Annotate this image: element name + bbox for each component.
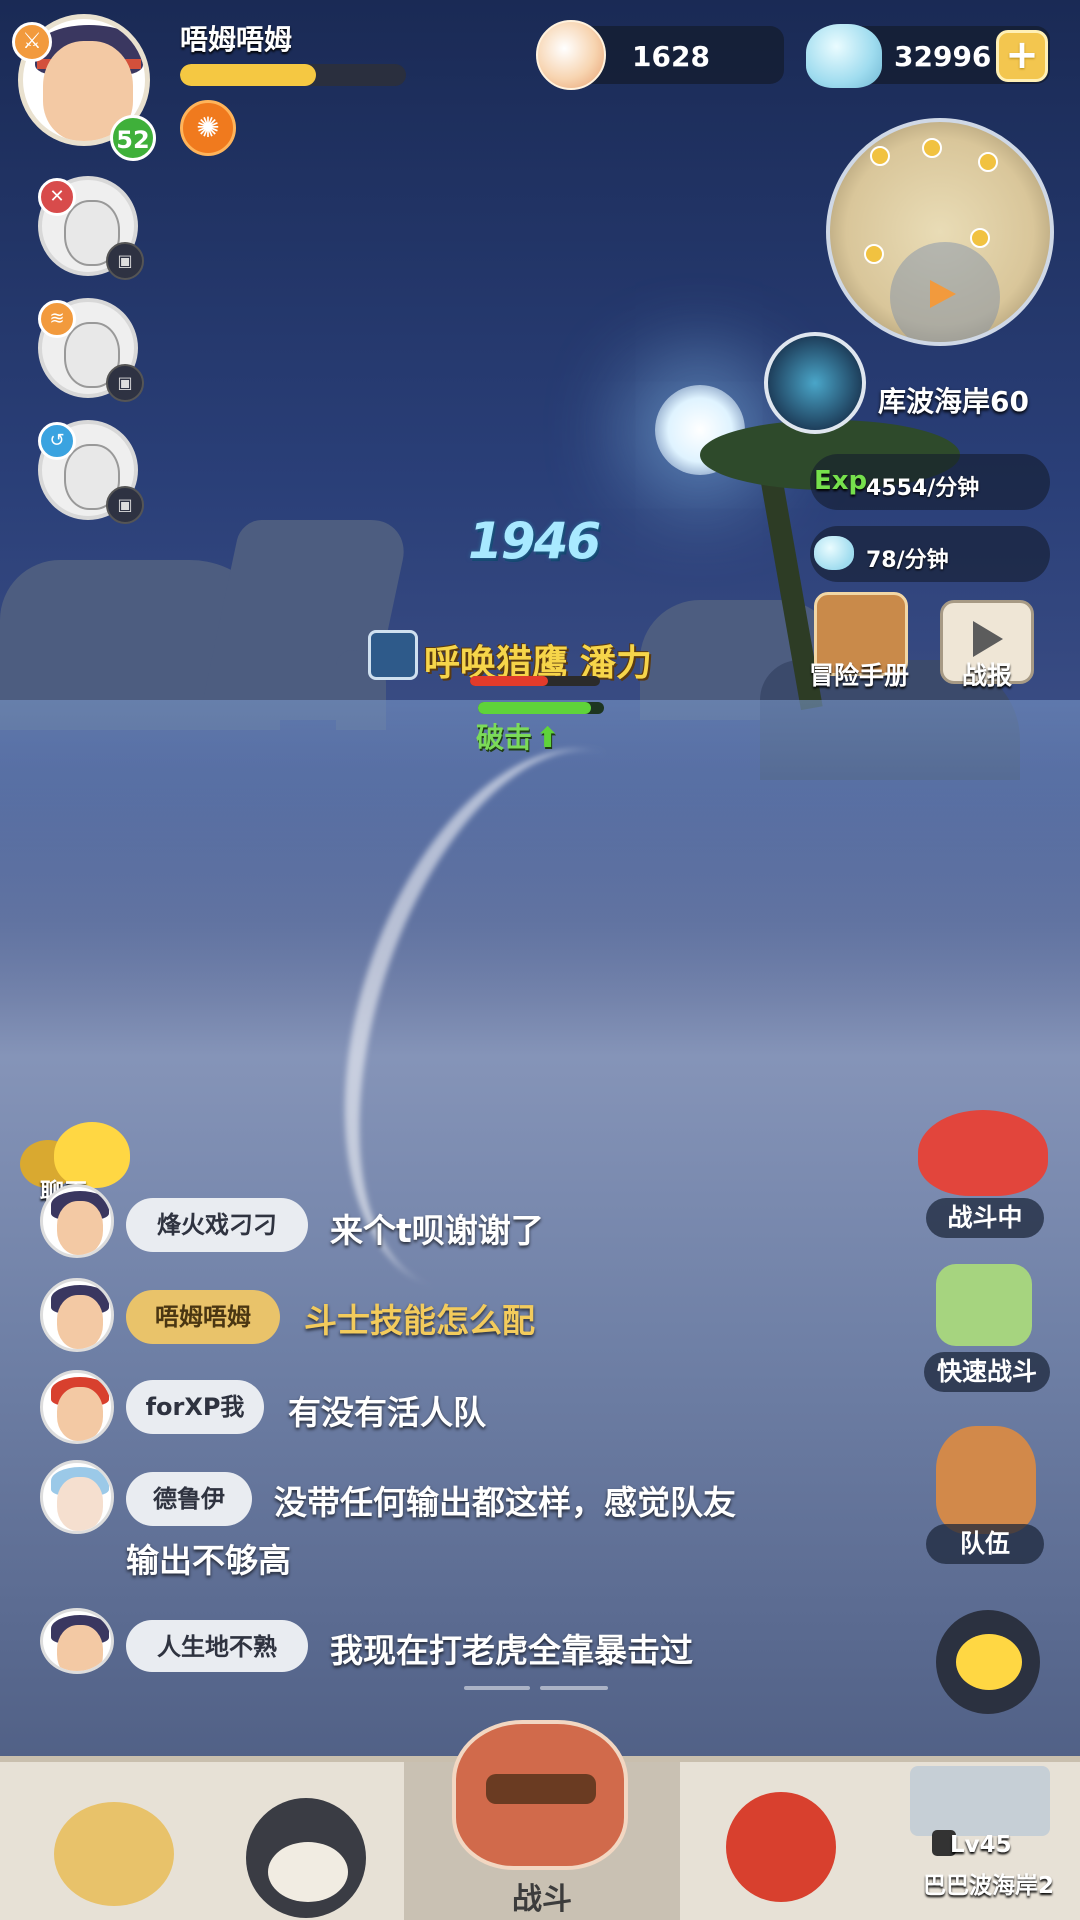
chat-message-text-continued: 输出不够高	[126, 1541, 291, 1580]
quick-battle-label[interactable]: 快速战斗	[924, 1352, 1050, 1392]
chat-sender-name[interactable]: forXP我	[126, 1380, 264, 1434]
skill-icon	[368, 630, 418, 680]
in-battle-label[interactable]: 战斗中	[926, 1198, 1044, 1238]
player-name: 唔姆唔姆	[180, 23, 293, 56]
chat-sender-name[interactable]: 人生地不熟	[126, 1620, 308, 1672]
fire-class-icon: ≋	[38, 300, 76, 338]
locked-level: Lv45	[950, 1832, 1012, 1858]
shell-count: 32996	[894, 40, 992, 73]
nav-tab-pet[interactable]	[710, 1762, 910, 1920]
chat-sender-name[interactable]: 唔姆唔姆	[126, 1290, 280, 1344]
water-class-icon: ↺	[38, 422, 76, 460]
locked-area-name: 巴巴波海岸2	[922, 1873, 1054, 1899]
ai-tag-icon: ▣	[106, 242, 144, 280]
team-member-2[interactable]: ≋ ▣	[38, 298, 144, 402]
team-label[interactable]: 队伍	[926, 1524, 1044, 1564]
nav-tab-character-2[interactable]	[214, 1762, 414, 1920]
ai-tag-icon: ▣	[106, 486, 144, 524]
xp-bar-fill	[180, 64, 316, 86]
dino-pet-icon	[726, 1792, 836, 1902]
chat-avatar[interactable]	[40, 1460, 114, 1534]
page-indicator-2	[540, 1686, 608, 1690]
battle-totem-icon[interactable]	[452, 1720, 628, 1870]
chat-avatar[interactable]	[40, 1184, 114, 1258]
play-icon	[973, 621, 1003, 657]
chat-sender-name[interactable]: 德鲁伊	[126, 1472, 252, 1526]
in-battle-mascot-icon[interactable]	[918, 1110, 1048, 1196]
chat-message-text: 没带任何输出都这样，感觉队友	[274, 1483, 736, 1522]
minimap[interactable]	[826, 118, 1054, 346]
page-indicator-1	[464, 1686, 530, 1690]
shell-icon	[806, 24, 882, 88]
ai-tag-icon: ▣	[106, 364, 144, 402]
team-member-3[interactable]: ↺ ▣	[38, 420, 144, 524]
level-badge: 52	[110, 115, 156, 161]
team-icon[interactable]	[936, 1426, 1036, 1534]
chat-message-text: 我现在打老虎全靠暴击过	[330, 1631, 693, 1670]
area-banner-icon	[910, 1766, 1050, 1836]
adventure-manual-label: 冒险手册	[808, 661, 909, 690]
warrior-class-icon: ✕	[38, 178, 76, 216]
break-status: 破击 ⬆	[476, 721, 560, 754]
pearl-icon	[536, 20, 606, 90]
shell-rate-icon	[814, 536, 854, 570]
damage-number: 1946	[468, 512, 601, 570]
ally-hp-bar	[478, 702, 604, 714]
chat-avatar[interactable]	[40, 1370, 114, 1444]
warrior-character-icon	[54, 1802, 174, 1906]
chat-message-text: 斗士技能怎么配	[304, 1301, 535, 1340]
nav-battle-label: 战斗	[512, 1882, 572, 1917]
chat-toggle-button[interactable]	[936, 1610, 1040, 1714]
nav-tab-locked-area[interactable]: Lv45 巴巴波海岸2	[890, 1762, 1080, 1920]
xp-bar	[180, 64, 406, 86]
buff-icon[interactable]: ✺	[180, 100, 236, 156]
pearl-count: 1628	[632, 40, 710, 73]
battle-report-label: 战报	[961, 661, 1012, 690]
chat-avatar[interactable]	[40, 1608, 114, 1674]
chat-avatar[interactable]	[40, 1278, 114, 1352]
shell-rate: 78/分钟	[866, 548, 949, 573]
chat-message-text: 来个t呗谢谢了	[330, 1211, 544, 1250]
add-currency-button[interactable]: +	[996, 30, 1048, 82]
player-location-icon	[930, 280, 956, 308]
chat-sender-name[interactable]: 烽火戏刁刁	[126, 1198, 308, 1252]
area-boss-avatar[interactable]	[764, 332, 866, 434]
nav-tab-character-1[interactable]	[10, 1762, 210, 1920]
class-icon: ⚔	[12, 22, 52, 62]
chat-bubble-icon	[956, 1634, 1022, 1690]
chat-message-text: 有没有活人队	[288, 1393, 486, 1432]
exp-rate: 4554/分钟	[866, 476, 980, 501]
quick-battle-icon[interactable]	[936, 1264, 1032, 1346]
exp-label: Exp	[814, 466, 868, 496]
enemy-hp-bar	[470, 676, 600, 686]
team-member-1[interactable]: ✕ ▣	[38, 176, 144, 280]
area-name: 库波海岸60	[878, 385, 1029, 418]
